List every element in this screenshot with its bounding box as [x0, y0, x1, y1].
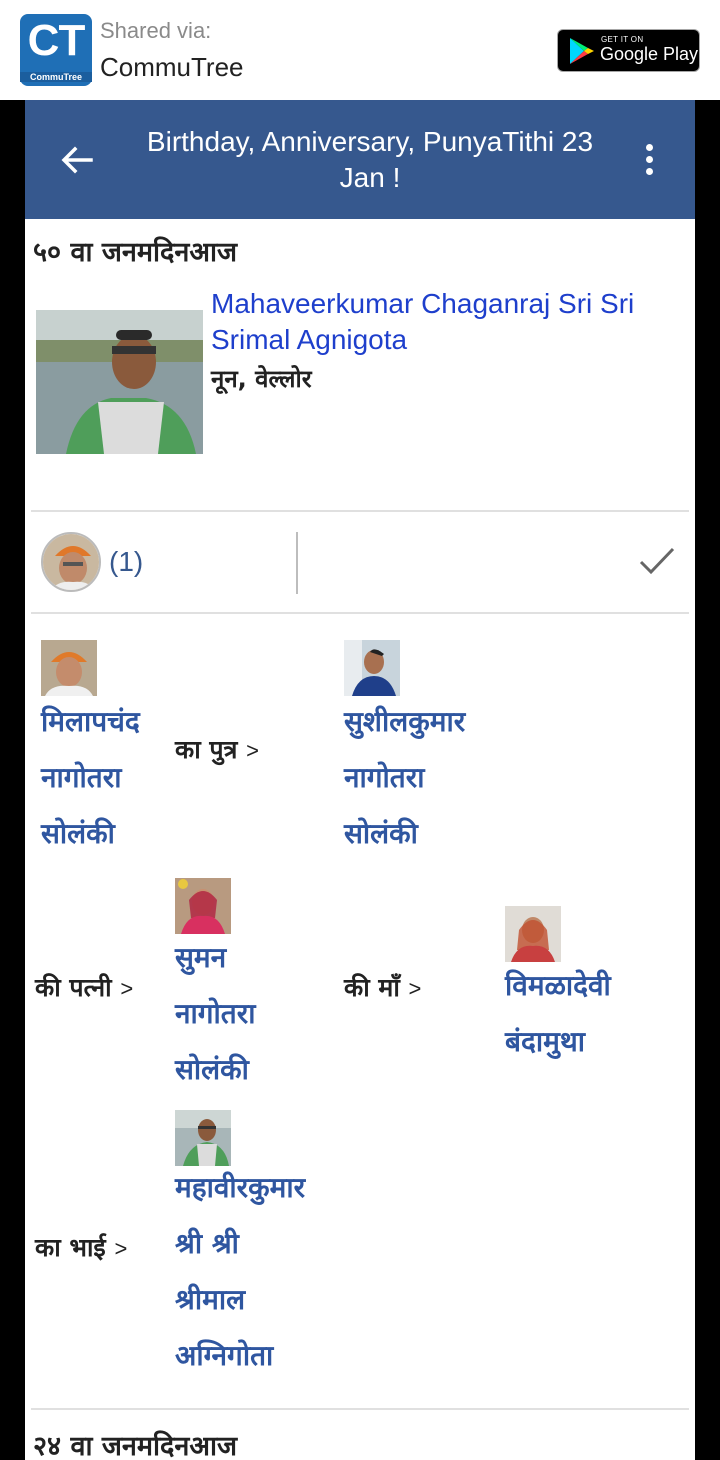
name-line: अग्निगोता [175, 1339, 274, 1372]
like-count[interactable]: (1) [109, 546, 143, 578]
person-name-line-2: Srimal Agnigota [211, 324, 408, 355]
page-title: Birthday, Anniversary, PunyaTithi 23 Jan… [120, 124, 620, 196]
relation-arrow: > [120, 976, 134, 1001]
relative-thumb[interactable] [175, 878, 231, 934]
name-line: नागोतरा [41, 761, 122, 794]
title-line-1: Birthday, Anniversary, PunyaTithi 23 [146, 126, 594, 157]
name-line: श्रीमाल [175, 1283, 246, 1316]
vertical-separator [296, 532, 298, 594]
relation-label: का पुत्र > [175, 732, 259, 766]
person-location: नून, वेल्लोर [211, 365, 312, 393]
relative-name-link[interactable]: सुशीलकुमार नागोतरा सोलंकी [344, 694, 465, 862]
app-bar: Birthday, Anniversary, PunyaTithi 23 Jan… [25, 100, 695, 219]
liker-avatar[interactable] [41, 532, 101, 592]
name-line: मिलापचंद [41, 705, 140, 738]
person-name-line-1: Mahaveerkumar Chaganraj Sri Sri [211, 288, 635, 319]
name-line: श्री श्री [175, 1227, 239, 1260]
more-options-icon[interactable] [635, 140, 665, 180]
google-play-icon [570, 38, 594, 64]
relation-arrow: > [114, 1236, 128, 1261]
name-line: सुशीलकुमार [344, 705, 466, 738]
name-line: सुमन [175, 941, 227, 974]
relation-text: का पुत्र [175, 735, 238, 764]
card-heading: ५० वा जनमदिनआज [33, 237, 237, 268]
commutree-logo[interactable]: CT CommuTree [20, 14, 92, 86]
profile-photo[interactable] [36, 310, 203, 454]
name-line: सोलंकी [344, 817, 418, 850]
play-top-text: GET IT ON [601, 35, 644, 44]
relative-name-link[interactable]: विमळादेवी बंदामुथा [505, 958, 611, 1070]
relative-name-link[interactable]: सुमन नागोतरा सोलंकी [175, 930, 255, 1098]
relation-arrow: > [408, 976, 422, 1001]
name-line: नागोतरा [175, 997, 256, 1030]
name-line: सोलंकी [175, 1053, 249, 1086]
divider [31, 510, 689, 512]
name-line: नागोतरा [344, 761, 425, 794]
relative-name-link[interactable]: महावीरकुमार श्री श्री श्रीमाल अग्निगोता [175, 1160, 305, 1384]
relative-thumb[interactable] [505, 906, 561, 962]
name-line: बंदामुथा [505, 1025, 585, 1058]
back-arrow-icon[interactable] [55, 138, 99, 182]
divider [31, 1408, 689, 1410]
divider [31, 612, 689, 614]
relation-text: की पत्नी [35, 973, 112, 1002]
relative-thumb[interactable] [41, 640, 97, 696]
next-card-heading: २४ वा जनमदिनआज [33, 1431, 237, 1460]
relative-thumb[interactable] [344, 640, 400, 696]
relation-text: का भाई [35, 1233, 106, 1262]
name-line: महावीरकुमार [175, 1171, 306, 1204]
person-name-link[interactable]: Mahaveerkumar Chaganraj Sri Sri Srimal A… [211, 286, 681, 358]
check-icon[interactable] [637, 544, 677, 578]
logo-text: CT [27, 16, 86, 65]
relation-label: का भाई > [35, 1230, 127, 1264]
share-bar: CT CommuTree Shared via: CommuTree GET I… [0, 0, 720, 100]
relation-arrow: > [246, 738, 259, 763]
app-name: CommuTree [100, 52, 244, 82]
relative-thumb[interactable] [175, 1110, 231, 1166]
relation-label: की माँ > [344, 970, 421, 1004]
play-main-text: Google Play [600, 44, 699, 64]
relation-text: की माँ [344, 973, 400, 1002]
name-line: विमळादेवी [505, 969, 611, 1002]
relation-label: की पत्नी > [35, 970, 133, 1004]
shared-via-label: Shared via: [100, 18, 212, 43]
name-line: सोलंकी [41, 817, 115, 850]
logo-subtext: CommuTree [20, 72, 92, 82]
relative-name-link[interactable]: मिलापचंद नागोतरा सोलंकी [41, 694, 140, 862]
app-screen: Birthday, Anniversary, PunyaTithi 23 Jan… [25, 100, 695, 1460]
title-line-2: Jan ! [339, 162, 401, 193]
google-play-badge[interactable]: GET IT ON Google Play [557, 29, 700, 72]
